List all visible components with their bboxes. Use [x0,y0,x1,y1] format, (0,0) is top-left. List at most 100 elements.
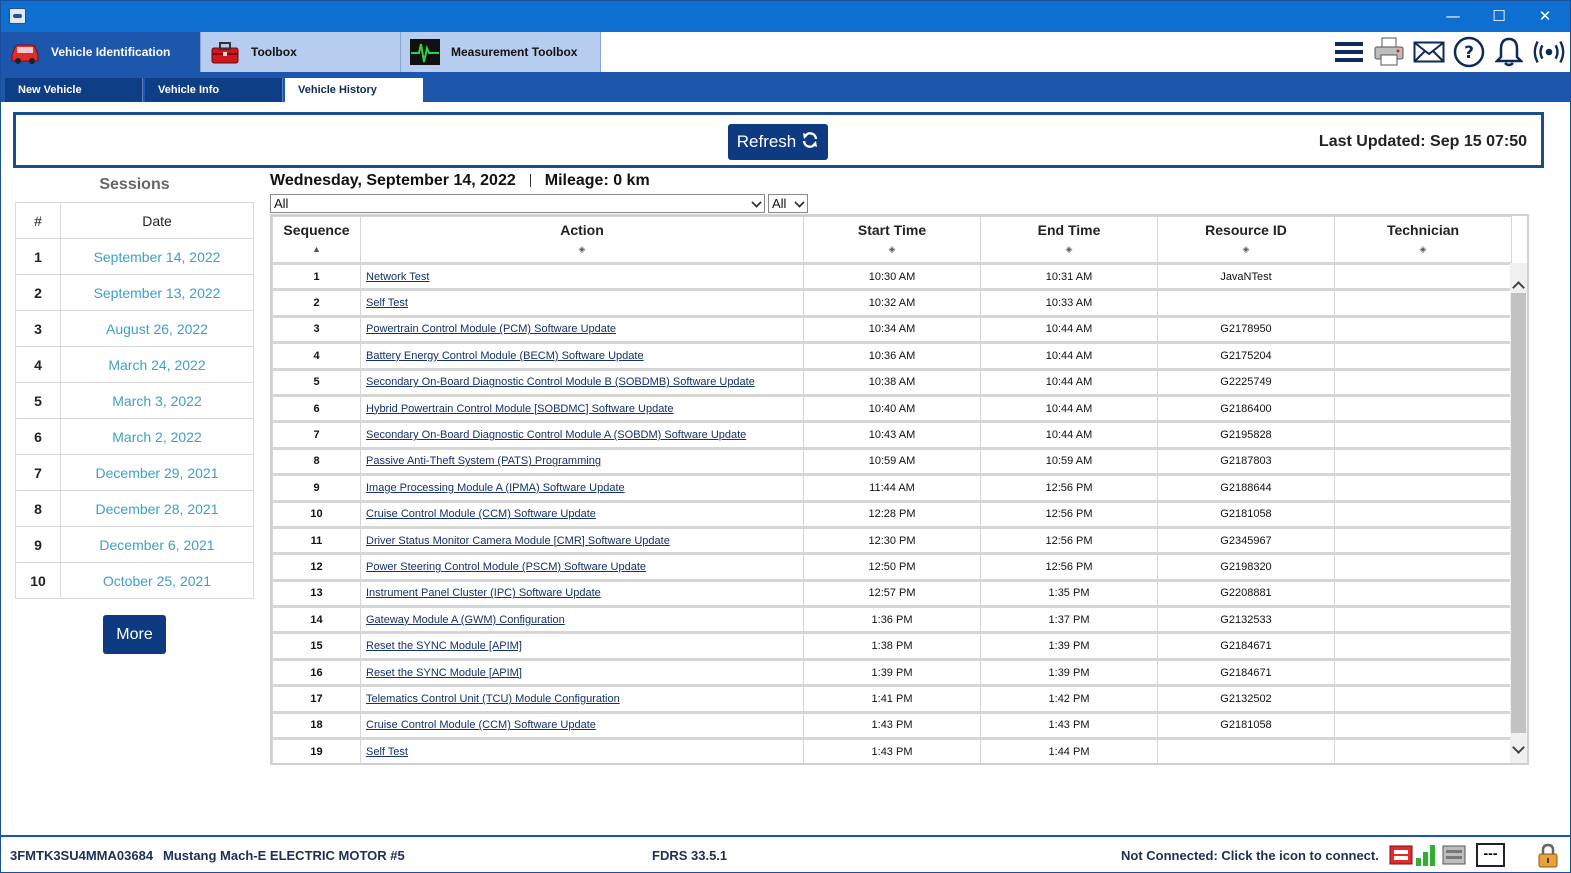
action-link[interactable]: Gateway Module A (GWM) Configuration [366,614,565,626]
action-link[interactable]: Cruise Control Module (CCM) Software Upd… [366,719,596,731]
printer-icon[interactable] [1372,35,1406,69]
action-link[interactable]: Network Test [366,271,429,283]
action-link[interactable]: Telematics Control Unit (TCU) Module Con… [366,693,620,705]
action-cell[interactable]: Network Test [360,262,804,292]
action-cell[interactable]: Driver Status Monitor Camera Module [CMR… [360,526,804,556]
scroll-up-icon[interactable] [1512,281,1525,294]
tab-new-vehicle[interactable]: New Vehicle [5,78,143,102]
col-end-time[interactable]: End Time ◈ [980,216,1158,265]
action-cell[interactable]: Hybrid Powertrain Control Module [SOBDMC… [360,394,804,424]
session-row[interactable]: 1 September 14, 2022 [15,238,254,275]
action-cell[interactable]: Reset the SYNC Module [APIM] [360,632,804,661]
signal-strength-icon[interactable] [1415,843,1439,867]
action-cell[interactable]: Reset the SYNC Module [APIM] [360,658,804,688]
action-filter-select[interactable]: All [270,194,765,213]
session-date-link[interactable]: March 24, 2022 [60,346,254,383]
action-cell[interactable]: Power Steering Control Module (PSCM) Sof… [360,553,804,582]
session-row[interactable]: 4 March 24, 2022 [15,346,254,383]
session-date-link[interactable]: March 2, 2022 [60,418,254,455]
session-row[interactable]: 9 December 6, 2021 [15,526,254,563]
action-link[interactable]: Power Steering Control Module (PSCM) Sof… [366,561,646,573]
scope-filter-value: All [772,196,787,211]
col-technician[interactable]: Technician ◈ [1334,216,1512,265]
session-row[interactable]: 5 March 3, 2022 [15,382,254,419]
scrollbar-thumb[interactable] [1511,293,1526,733]
action-cell[interactable]: Self Test [360,289,804,318]
more-button[interactable]: More [103,615,166,654]
session-date-link[interactable]: December 28, 2021 [60,490,254,527]
session-date-link[interactable]: October 25, 2021 [60,562,254,599]
history-row: 7 Secondary On-Board Diagnostic Control M… [272,421,1512,450]
tab-vehicle-history[interactable]: Vehicle History [285,78,423,102]
action-cell[interactable]: Gateway Module A (GWM) Configuration [360,606,804,635]
action-link[interactable]: Cruise Control Module (CCM) Software Upd… [366,508,596,520]
action-link[interactable]: Reset the SYNC Module [APIM] [366,640,522,652]
history-scrollbar[interactable] [1510,263,1527,763]
action-cell[interactable]: Cruise Control Module (CCM) Software Upd… [360,500,804,529]
vehicle-model-text: Mustang Mach-E ELECTRIC MOTOR #5 [163,848,405,863]
action-cell[interactable]: Cruise Control Module (CCM) Software Upd… [360,711,804,741]
action-link[interactable]: Hybrid Powertrain Control Module [SOBDMC… [366,403,674,415]
scroll-down-icon[interactable] [1512,741,1525,754]
session-row[interactable]: 7 December 29, 2021 [15,454,254,491]
action-link[interactable]: Reset the SYNC Module [APIM] [366,667,522,679]
vci-connect-icon[interactable] [1389,843,1413,867]
session-date-link[interactable]: March 3, 2022 [60,382,254,419]
action-cell[interactable]: Battery Energy Control Module (BECM) Sof… [360,342,804,371]
session-row[interactable]: 6 March 2, 2022 [15,418,254,455]
action-cell[interactable]: Secondary On-Board Diagnostic Control Mo… [360,421,804,450]
action-link[interactable]: Secondary On-Board Diagnostic Control Mo… [366,429,746,441]
action-link[interactable]: Battery Energy Control Module (BECM) Sof… [366,350,644,362]
col-action[interactable]: Action ◈ [360,216,804,265]
action-cell[interactable]: Telematics Control Unit (TCU) Module Con… [360,685,804,714]
resource-id-cell: G2188644 [1157,474,1335,503]
scope-filter-select[interactable]: All [768,194,808,213]
session-date-link[interactable]: December 6, 2021 [60,526,254,563]
help-icon[interactable]: ? [1452,35,1486,69]
col-sequence[interactable]: Sequence ▲ [272,216,361,265]
wireless-icon[interactable] [1532,35,1566,69]
tab-toolbox[interactable]: Toolbox [201,32,401,72]
action-link[interactable]: Powertrain Control Module (PCM) Software… [366,323,616,335]
refresh-button[interactable]: Refresh [728,124,828,160]
network-adapter-icon[interactable] [1442,843,1466,867]
main-tab-bar: Vehicle Identification Toolbox Measureme… [1,32,1570,72]
action-link[interactable]: Passive Anti-Theft System (PATS) Program… [366,455,601,467]
col-resource-id[interactable]: Resource ID ◈ [1157,216,1335,265]
action-cell[interactable]: Secondary On-Board Diagnostic Control Mo… [360,368,804,397]
action-link[interactable]: Image Processing Module A (IPMA) Softwar… [366,482,625,494]
session-date: Wednesday, September 14, 2022 [270,172,516,189]
lock-icon[interactable] [1536,843,1560,868]
start-time-cell: 12:28 PM [803,500,981,529]
indicator-box[interactable]: --- [1476,843,1505,867]
tab-measurement-toolbox[interactable]: Measurement Toolbox [401,32,601,72]
action-link[interactable]: Self Test [366,297,408,309]
session-row[interactable]: 3 August 26, 2022 [15,310,254,347]
action-cell[interactable]: Powertrain Control Module (PCM) Software… [360,315,804,345]
session-row[interactable]: 2 September 13, 2022 [15,274,254,311]
maximize-button[interactable]: ☐ [1476,1,1522,32]
close-button[interactable]: ✕ [1522,1,1568,32]
tab-vehicle-info[interactable]: Vehicle Info [145,78,283,102]
bell-icon[interactable] [1492,35,1526,69]
minimize-button[interactable]: — [1430,1,1476,32]
action-link[interactable]: Driver Status Monitor Camera Module [CMR… [366,535,670,547]
col-start-time[interactable]: Start Time ◈ [803,216,981,265]
session-date-link[interactable]: September 13, 2022 [60,274,254,311]
menu-icon[interactable] [1332,35,1366,69]
session-date-link[interactable]: September 14, 2022 [60,238,254,275]
action-cell[interactable]: Passive Anti-Theft System (PATS) Program… [360,447,804,477]
mail-icon[interactable] [1412,35,1446,69]
sequence-cell: 2 [272,289,361,318]
action-cell[interactable]: Self Test [360,738,804,763]
session-date-link[interactable]: December 29, 2021 [60,454,254,491]
session-date-link[interactable]: August 26, 2022 [60,310,254,347]
action-link[interactable]: Self Test [366,746,408,758]
session-row[interactable]: 10 October 25, 2021 [15,562,254,599]
action-cell[interactable]: Image Processing Module A (IPMA) Softwar… [360,474,804,503]
action-cell[interactable]: Instrument Panel Cluster (IPC) Software … [360,579,804,609]
tab-vehicle-identification[interactable]: Vehicle Identification [1,32,201,72]
session-row[interactable]: 8 December 28, 2021 [15,490,254,527]
action-link[interactable]: Instrument Panel Cluster (IPC) Software … [366,587,601,599]
action-link[interactable]: Secondary On-Board Diagnostic Control Mo… [366,376,755,388]
